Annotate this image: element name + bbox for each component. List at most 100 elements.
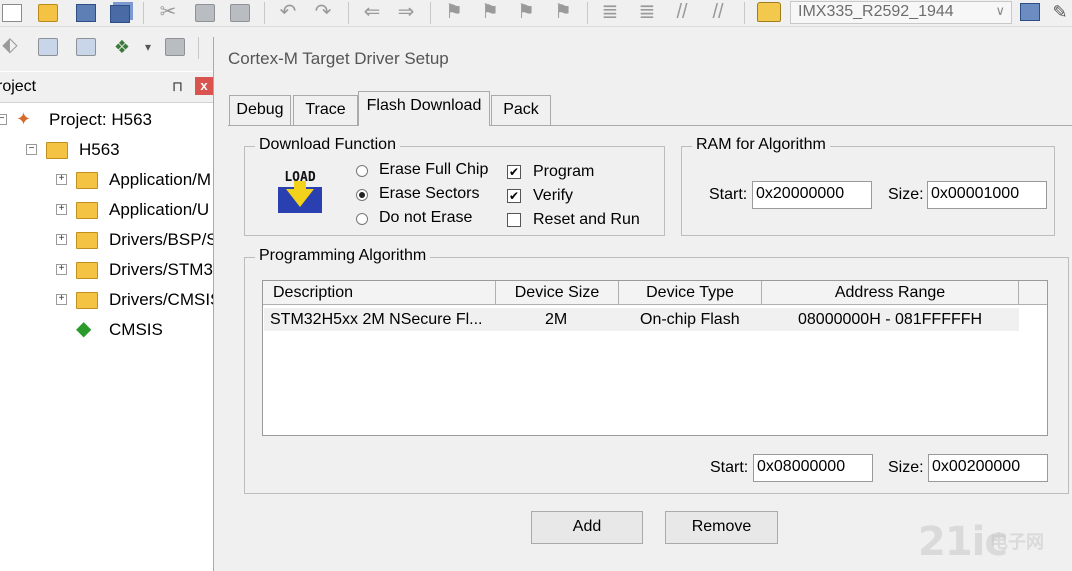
open-folder-icon[interactable] xyxy=(38,4,58,22)
cell-device-size: 2M xyxy=(545,311,568,328)
bookmark-icon[interactable]: ⚑ xyxy=(444,2,464,22)
tree-item-label: Drivers/STM32 xyxy=(109,260,213,279)
ram-start-input[interactable]: 0x20000000 xyxy=(752,181,872,209)
main-toolbar: ✂ ↶ ↷ ⇐ ⇒ ⚑ ⚑ ⚑ ⚑ ≣ ≣ // // IMX335_R2592… xyxy=(0,0,1072,27)
verify-label[interactable]: Verify xyxy=(533,187,573,205)
add-button[interactable]: Add xyxy=(531,511,643,544)
unindent-icon[interactable]: ≣ xyxy=(637,2,657,22)
rebuild-icon[interactable] xyxy=(76,38,96,56)
project-icon: ✦ xyxy=(16,109,32,129)
navigate-back-icon[interactable]: ⇐ xyxy=(362,2,382,22)
group-title: RAM for Algorithm xyxy=(692,136,830,154)
clear-bookmarks-icon[interactable]: ⚑ xyxy=(553,2,573,22)
pin-icon[interactable]: ⊓ xyxy=(172,78,183,95)
indent-icon[interactable]: ≣ xyxy=(600,2,620,22)
tree-item-label: Drivers/BSP/S xyxy=(109,230,213,249)
folder-icon xyxy=(76,262,98,279)
paste-icon[interactable] xyxy=(230,4,250,22)
ram-for-algorithm-group: RAM for Algorithm Start: 0x20000000 Size… xyxy=(681,136,1055,236)
erase-sectors-radio[interactable] xyxy=(356,189,368,201)
load-icon[interactable]: ❖ xyxy=(112,38,132,56)
algo-start-input[interactable]: 0x08000000 xyxy=(753,454,873,482)
toolbar-separator xyxy=(348,2,349,24)
cut-icon[interactable]: ✂ xyxy=(158,2,178,22)
tree-item-project[interactable]: − ✦ Project: H563 xyxy=(0,108,213,134)
tab-pack[interactable]: Pack xyxy=(491,95,551,125)
erase-full-chip-label[interactable]: Erase Full Chip xyxy=(379,161,488,179)
column-header-address-range[interactable]: Address Range xyxy=(762,281,1019,305)
panel-title: roject xyxy=(0,78,37,95)
build-icon[interactable] xyxy=(38,38,58,56)
verify-checkbox[interactable]: ✔ xyxy=(507,189,521,203)
tree-item-group[interactable]: + Application/U xyxy=(0,198,213,224)
chevron-down-icon: ∨ xyxy=(995,3,1005,18)
save-icon[interactable] xyxy=(76,4,96,22)
tab-debug[interactable]: Debug xyxy=(229,95,291,125)
cell-address-range: 08000000H - 081FFFFFH xyxy=(798,311,983,328)
program-label[interactable]: Program xyxy=(533,163,594,181)
folder-icon xyxy=(76,172,98,189)
tree-item-group[interactable]: + Drivers/CMSIS xyxy=(0,288,213,314)
tab-trace[interactable]: Trace xyxy=(293,95,358,125)
copy-icon[interactable] xyxy=(195,4,215,22)
do-not-erase-label[interactable]: Do not Erase xyxy=(379,209,472,227)
erase-sectors-label[interactable]: Erase Sectors xyxy=(379,185,479,203)
batch-build-icon[interactable] xyxy=(165,38,185,56)
load-icon-text: LOAD xyxy=(284,170,315,185)
algorithm-table[interactable]: Description Device Size Device Type Addr… xyxy=(262,280,1048,436)
expand-icon[interactable]: + xyxy=(56,294,67,305)
cell-description: STM32H5xx 2M NSecure Fl... xyxy=(270,311,483,328)
tree-item-group[interactable]: + Drivers/BSP/S xyxy=(0,228,213,254)
load-dropdown-icon[interactable]: ▾ xyxy=(138,38,158,56)
tree-item-component[interactable]: ◆ CMSIS xyxy=(0,318,213,344)
target-select[interactable]: IMX335_R2592_1944 ∨ xyxy=(790,1,1012,24)
tab-flash-download[interactable]: Flash Download xyxy=(358,91,490,126)
toolbar-separator xyxy=(430,2,431,24)
uncomment-icon[interactable]: // xyxy=(708,2,728,22)
tree-item-target[interactable]: − H563 xyxy=(0,138,213,164)
folder-icon xyxy=(76,292,98,309)
expand-icon[interactable]: + xyxy=(56,234,67,245)
tree-item-group[interactable]: + Application/M xyxy=(0,168,213,194)
collapse-icon[interactable]: − xyxy=(26,144,37,155)
expand-icon[interactable]: + xyxy=(56,174,67,185)
find-in-files-icon[interactable] xyxy=(757,2,781,22)
expand-icon[interactable]: + xyxy=(56,204,67,215)
tree-item-label: H563 xyxy=(79,140,120,159)
debug-settings-icon[interactable] xyxy=(1020,3,1040,21)
erase-full-chip-radio[interactable] xyxy=(356,165,368,177)
reset-and-run-label[interactable]: Reset and Run xyxy=(533,211,640,229)
folder-icon xyxy=(76,232,98,249)
algo-size-input[interactable]: 0x00200000 xyxy=(928,454,1048,482)
target-folder-icon xyxy=(46,142,68,159)
new-file-icon[interactable] xyxy=(2,4,22,22)
program-checkbox[interactable]: ✔ xyxy=(507,165,521,179)
toolbar-separator xyxy=(587,2,588,24)
manage-icon[interactable]: ✎ xyxy=(1050,3,1070,21)
ram-size-input[interactable]: 0x00001000 xyxy=(927,181,1047,209)
redo-icon[interactable]: ↷ xyxy=(313,2,333,22)
prev-bookmark-icon[interactable]: ⚑ xyxy=(480,2,500,22)
toolbar-separator xyxy=(264,2,265,24)
undo-icon[interactable]: ↶ xyxy=(278,2,298,22)
save-all-icon[interactable] xyxy=(110,5,130,23)
translate-icon[interactable]: ⬖ xyxy=(0,35,20,55)
tree-item-label: Project: H563 xyxy=(49,110,152,129)
navigate-forward-icon[interactable]: ⇒ xyxy=(396,2,416,22)
column-header-device-type[interactable]: Device Type xyxy=(619,281,762,305)
next-bookmark-icon[interactable]: ⚑ xyxy=(516,2,536,22)
reset-and-run-checkbox[interactable] xyxy=(507,213,521,227)
comment-icon[interactable]: // xyxy=(672,2,692,22)
target-driver-setup-dialog: Cortex-M Target Driver Setup Debug Trace… xyxy=(213,37,1072,571)
cmsis-component-icon: ◆ xyxy=(76,318,92,340)
do-not-erase-radio[interactable] xyxy=(356,213,368,225)
expand-icon[interactable]: + xyxy=(56,264,67,275)
tree-item-group[interactable]: + Drivers/STM32 xyxy=(0,258,213,284)
remove-button[interactable]: Remove xyxy=(665,511,778,544)
column-header-description[interactable]: Description xyxy=(263,281,496,305)
collapse-icon[interactable]: − xyxy=(0,114,7,125)
close-icon[interactable]: x xyxy=(195,77,213,95)
ram-start-label: Start: xyxy=(709,186,748,203)
project-panel: roject ⊓ x − ✦ Project: H563 − H563 + Ap… xyxy=(0,72,214,571)
column-header-device-size[interactable]: Device Size xyxy=(496,281,619,305)
